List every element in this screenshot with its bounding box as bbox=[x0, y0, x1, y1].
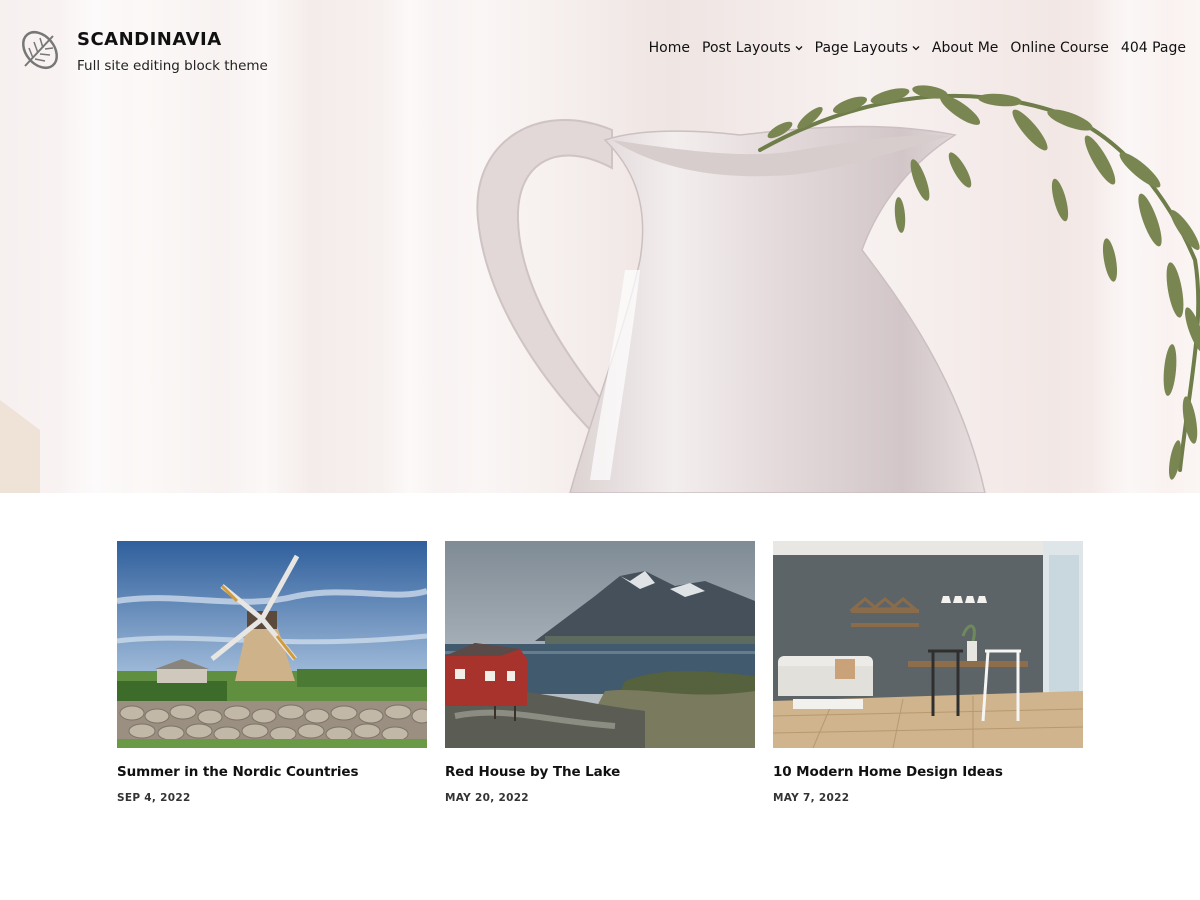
chevron-down-icon bbox=[795, 46, 803, 51]
nav-item-about-me[interactable]: About Me bbox=[932, 40, 999, 56]
main-navigation: Home Post Layouts Page Layouts About Me … bbox=[649, 40, 1186, 56]
post-thumbnail-windmill[interactable] bbox=[117, 541, 427, 748]
post-thumbnail-red-house[interactable] bbox=[445, 541, 755, 748]
post-date: MAY 20, 2022 bbox=[445, 792, 529, 804]
chevron-down-icon bbox=[912, 46, 920, 51]
post-title[interactable]: 10 Modern Home Design Ideas bbox=[773, 764, 1083, 780]
post-card: Red House by The Lake MAY 20, 2022 bbox=[445, 541, 755, 804]
nav-item-label: Page Layouts bbox=[814, 40, 908, 56]
nav-item-page-layouts[interactable]: Page Layouts bbox=[815, 40, 920, 56]
site-tagline: Full site editing block theme bbox=[77, 58, 268, 74]
posts-grid: Summer in the Nordic Countries SEP 4, 20… bbox=[117, 541, 1083, 804]
post-date: SEP 4, 2022 bbox=[117, 792, 191, 804]
leaf-icon[interactable] bbox=[19, 28, 61, 72]
nav-item-label: Online Course bbox=[1010, 40, 1109, 56]
nav-item-online-course[interactable]: Online Course bbox=[1010, 40, 1109, 56]
nav-item-post-layouts[interactable]: Post Layouts bbox=[702, 40, 803, 56]
post-title[interactable]: Red House by The Lake bbox=[445, 764, 755, 780]
post-title[interactable]: Summer in the Nordic Countries bbox=[117, 764, 427, 780]
nav-item-label: 404 Page bbox=[1120, 40, 1186, 56]
nav-item-label: Post Layouts bbox=[702, 40, 791, 56]
nav-item-404-page[interactable]: 404 Page bbox=[1121, 40, 1186, 56]
nav-item-label: Home bbox=[648, 40, 690, 56]
post-card: Summer in the Nordic Countries SEP 4, 20… bbox=[117, 541, 427, 804]
nav-item-label: About Me bbox=[931, 40, 999, 56]
post-date: MAY 7, 2022 bbox=[773, 792, 850, 804]
site-header: SCANDINAVIA Full site editing block them… bbox=[0, 0, 1200, 100]
nav-item-home[interactable]: Home bbox=[649, 40, 690, 56]
post-thumbnail-modern-room[interactable] bbox=[773, 541, 1083, 748]
site-title[interactable]: SCANDINAVIA bbox=[77, 29, 222, 50]
post-card: 10 Modern Home Design Ideas MAY 7, 2022 bbox=[773, 541, 1083, 804]
